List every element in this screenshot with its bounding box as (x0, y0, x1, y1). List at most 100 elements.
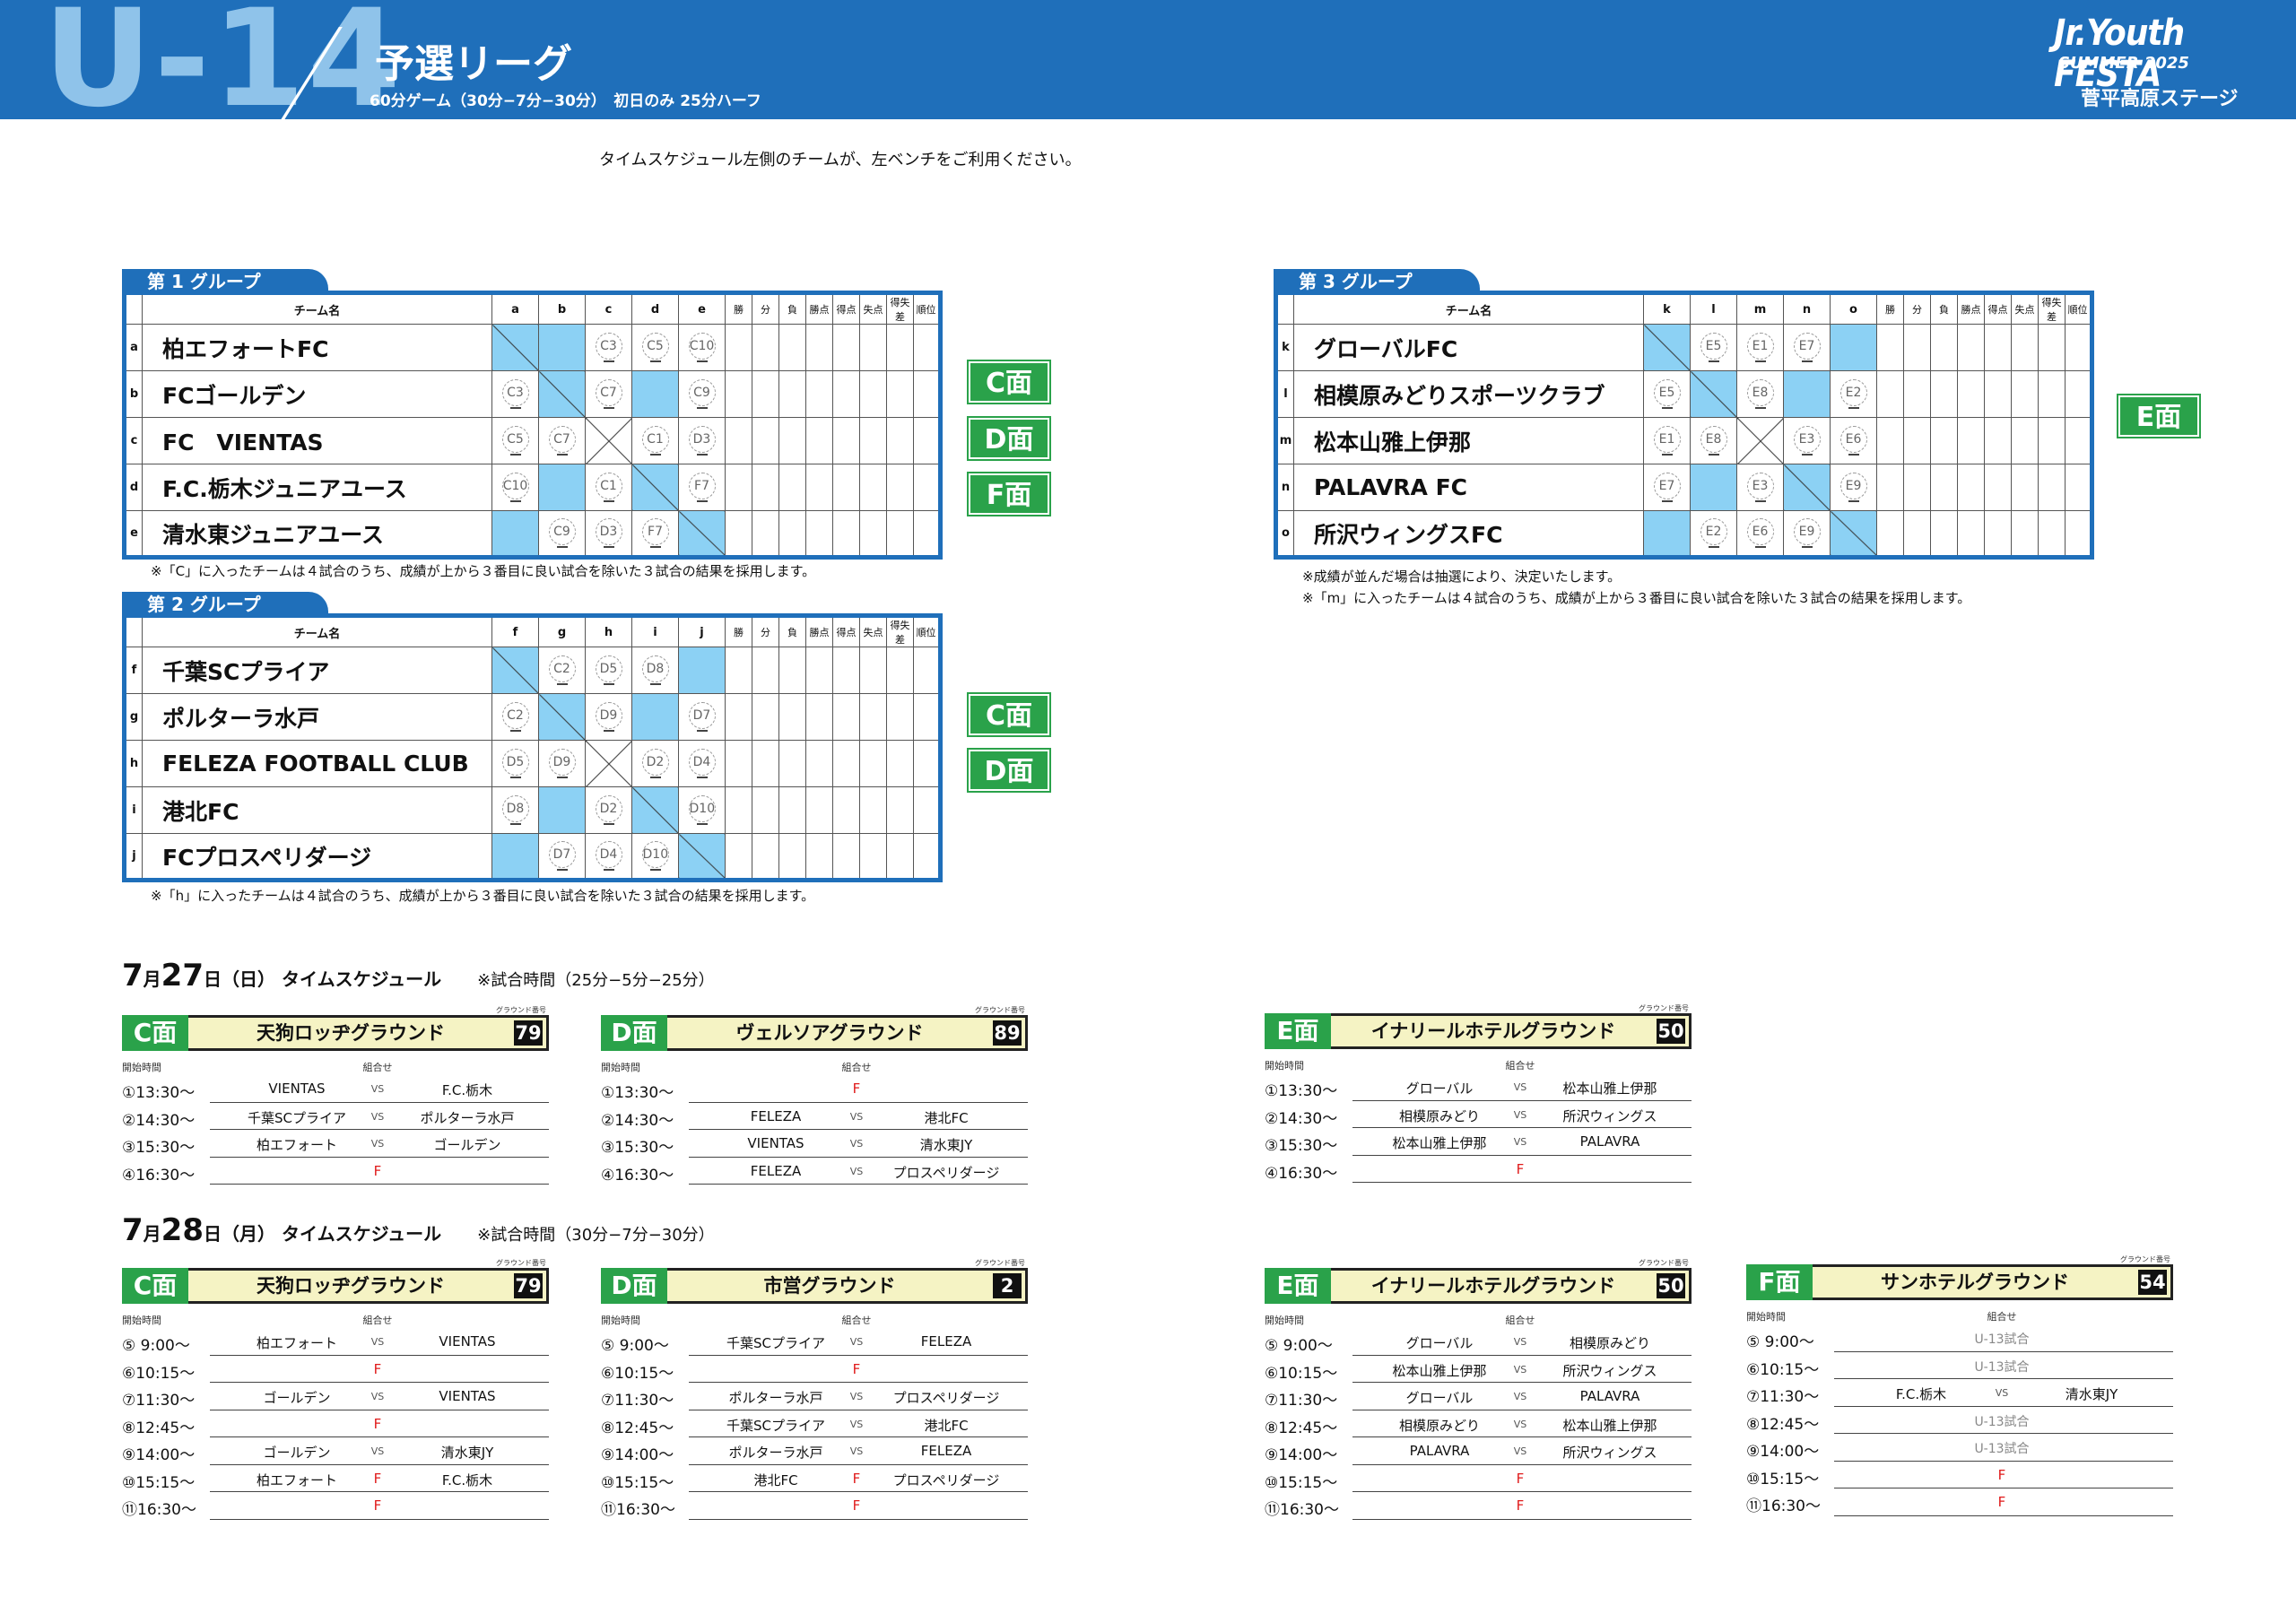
right-team: VIENTAS (439, 1388, 496, 1404)
stat-cell (913, 647, 941, 694)
match-cell: E7 (1783, 324, 1831, 371)
group-header-row: チーム名 f g h i j 勝分負勝点 得点 失点 得失差 順位 (124, 615, 941, 647)
group-table: 第 1 グループ チーム名 a b c d e 勝分負勝点 得点 失点 得失差 順位 a 柏エフォートFC… (122, 269, 954, 565)
stat-cell (725, 510, 752, 558)
left-team: グローバル (1405, 1081, 1474, 1097)
start-time: ⑤ 9:00～ (1746, 1333, 1814, 1351)
match-cell: E6 (1830, 417, 1877, 464)
opponent-header: j (678, 615, 726, 647)
group-header-row: チーム名 a b c d e 勝分負勝点 得点 失点 得失差 順位 (124, 292, 941, 325)
ground-name: 天狗ロッヂグラウンド (257, 1275, 445, 1297)
right-team: プロスペリダージ (892, 1390, 1000, 1406)
schedule-row: ⑦11:30～ グローバル VS PALAVRA (1265, 1382, 1692, 1410)
match-code: C3 (501, 379, 529, 406)
match-cell: E3 (1736, 464, 1784, 511)
match-cell: D2 (585, 786, 632, 834)
team-row: h FELEZA FOOTBALL CLUB D5 D9 D2 D4 (124, 740, 941, 787)
stat-cell (805, 417, 833, 464)
vs-label: VS (370, 1336, 385, 1348)
ground-bar: グラウンド番号 F面 サンホテルグラウンド 54 (1746, 1255, 2173, 1300)
start-time: ④16:30～ (601, 1166, 674, 1185)
match-cell: C3 (585, 324, 632, 371)
match-cell: D7 (678, 693, 726, 741)
stat-cell (2038, 417, 2066, 464)
schedule-header: 開始時間 組合せ (122, 1304, 549, 1327)
other-match: U-13試合 (1974, 1332, 2030, 1347)
stat-header: 順位 (913, 615, 941, 647)
match-cell: C3 (491, 370, 539, 418)
result-mark (1754, 500, 1766, 502)
ground-name: イナリールホテルグラウンド (1370, 1275, 1616, 1297)
schedule-header: 開始時間 組合せ (1265, 1304, 1692, 1327)
start-time: ③15:30～ (1265, 1137, 1338, 1155)
match-cell: C5 (491, 417, 539, 464)
result-mark (1754, 546, 1766, 548)
start-time: ⑨14:00～ (122, 1446, 196, 1464)
ground-name: サンホテルグラウンド (1881, 1271, 2069, 1293)
team-name: 相模原みどりスポーツクラブ (1293, 370, 1644, 418)
match-cell (491, 647, 539, 694)
opponent-header: g (538, 615, 586, 647)
stat-cell (832, 786, 860, 834)
match-code: D9 (548, 749, 576, 776)
team-index: m (1275, 417, 1294, 464)
stage-name: 菅平高原ステージ (2081, 88, 2239, 110)
rest-marker: F (1997, 1466, 2006, 1483)
match-code: D7 (688, 702, 716, 729)
schedule-row: ③15:30～ VIENTAS VS 清水東JY (601, 1129, 1028, 1158)
match-code: C2 (501, 702, 529, 729)
match-cell (538, 464, 586, 511)
row-line (689, 1184, 1028, 1185)
schedule-row: ⑥10:15～ 松本山雅上伊那 VS 所沢ウィングス (1265, 1355, 1692, 1383)
team-name: PALAVRA FC (1293, 464, 1644, 511)
stat-cell (752, 740, 779, 787)
stat-cell (832, 417, 860, 464)
start-time: ⑩15:15～ (122, 1473, 196, 1492)
stat-cell (1957, 370, 1985, 418)
left-team: PALAVRA (1409, 1443, 1470, 1459)
schedule-row: ⑪16:30～ F (122, 1491, 549, 1520)
stat-header: 得点 (832, 615, 860, 647)
result-mark (1754, 360, 1766, 362)
vs-label: VS (370, 1138, 385, 1150)
month: 7 (122, 1212, 144, 1248)
schedule-row: ①13:30～ グローバル VS 松本山雅上伊那 (1265, 1072, 1692, 1101)
vs-label: VS (849, 1165, 864, 1177)
match-cell: D4 (678, 740, 726, 787)
match-code: E9 (1839, 473, 1867, 499)
match-code: E8 (1700, 426, 1727, 453)
stat-cell (752, 693, 779, 741)
stat-cell (1984, 324, 2012, 371)
stat-cell (778, 833, 806, 881)
stat-header: 順位 (2065, 292, 2092, 325)
right-team: 松本山雅上伊那 (1562, 1081, 1657, 1097)
stat-header: 勝 (1876, 292, 1904, 325)
schedule-row: ⑤ 9:00～ 柏エフォート VS VIENTAS (122, 1327, 549, 1356)
ground-number: 89 (993, 1020, 1022, 1046)
match-cell: C2 (491, 693, 539, 741)
start-time: ⑩15:15～ (1746, 1470, 1820, 1488)
match-cell: E1 (1736, 324, 1784, 371)
stat-header: 得点 (832, 292, 860, 325)
match-code: E9 (1793, 518, 1821, 545)
start-time: ⑦11:30～ (1265, 1392, 1338, 1410)
row-line (210, 1518, 549, 1520)
schedule-row: ⑩15:15～ 柏エフォート F F.C.栃木 (122, 1464, 549, 1492)
start-time: ②14:30～ (1265, 1109, 1338, 1128)
match-code: E5 (1653, 379, 1681, 406)
stat-cell (752, 786, 779, 834)
stat-cell (913, 693, 941, 741)
team-name: FCプロスペリダージ (142, 833, 492, 881)
result-mark (1801, 546, 1813, 548)
result-mark (696, 454, 708, 456)
stat-cell (805, 647, 833, 694)
match-cell (538, 370, 586, 418)
row-line (1352, 1182, 1692, 1183)
schedule-row: ⑩15:15～ 港北FC F プロスペリダージ (601, 1464, 1028, 1492)
result-mark (696, 777, 708, 778)
stat-cell (859, 324, 887, 371)
left-team: 千葉SCプライア (726, 1335, 825, 1351)
brand-logo-sub: SUMMER 2025 (2058, 54, 2189, 73)
match-cell (538, 324, 586, 371)
other-match: U-13試合 (1974, 1442, 2030, 1456)
